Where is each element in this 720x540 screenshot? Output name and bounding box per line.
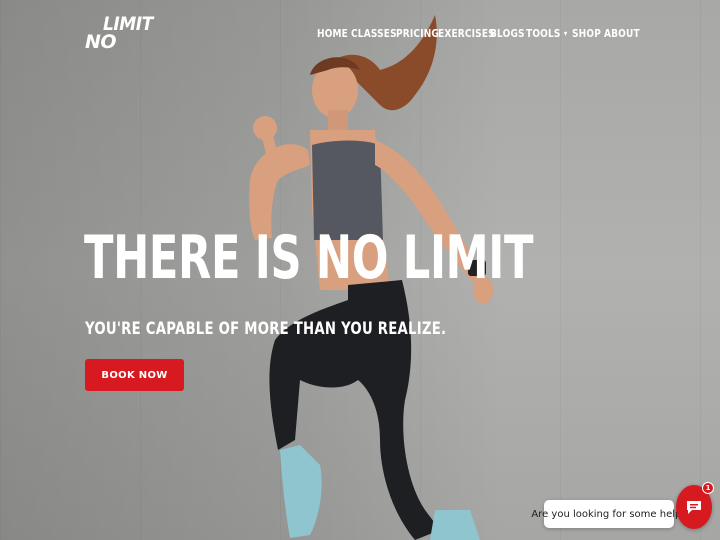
chat-icon bbox=[687, 501, 701, 514]
nav-item-blogs[interactable]: BLOGS bbox=[490, 27, 525, 40]
nav-item-home[interactable]: HOME bbox=[317, 27, 348, 40]
chevron-down-icon: ▾ bbox=[563, 29, 568, 38]
brand-logo[interactable]: LIMIT NO bbox=[85, 13, 153, 55]
nav-item-tools-label: TOOLS bbox=[526, 27, 561, 40]
hero-headline: THERE IS NO LIMIT bbox=[84, 223, 534, 293]
book-now-button[interactable]: BOOK NOW bbox=[85, 359, 184, 391]
main-nav: HOME CLASSES PRICING EXERCISES BLOGS TOO… bbox=[317, 27, 644, 40]
nav-item-shop[interactable]: SHOP bbox=[572, 27, 601, 40]
nav-item-exercises[interactable]: EXERCISES bbox=[438, 27, 495, 40]
nav-item-tools[interactable]: TOOLS ▾ bbox=[526, 27, 568, 40]
nav-item-pricing[interactable]: PRICING bbox=[396, 27, 439, 40]
notification-badge: 1 bbox=[702, 482, 714, 494]
hero-subheadline: YOU'RE CAPABLE OF MORE THAN YOU REALIZE. bbox=[85, 319, 447, 339]
nav-item-classes[interactable]: CLASSES bbox=[351, 27, 397, 40]
logo-text-no: NO bbox=[85, 31, 117, 53]
chat-prompt-bubble[interactable]: Are you looking for some help? bbox=[531, 500, 687, 528]
nav-item-about[interactable]: ABOUT bbox=[604, 27, 640, 40]
